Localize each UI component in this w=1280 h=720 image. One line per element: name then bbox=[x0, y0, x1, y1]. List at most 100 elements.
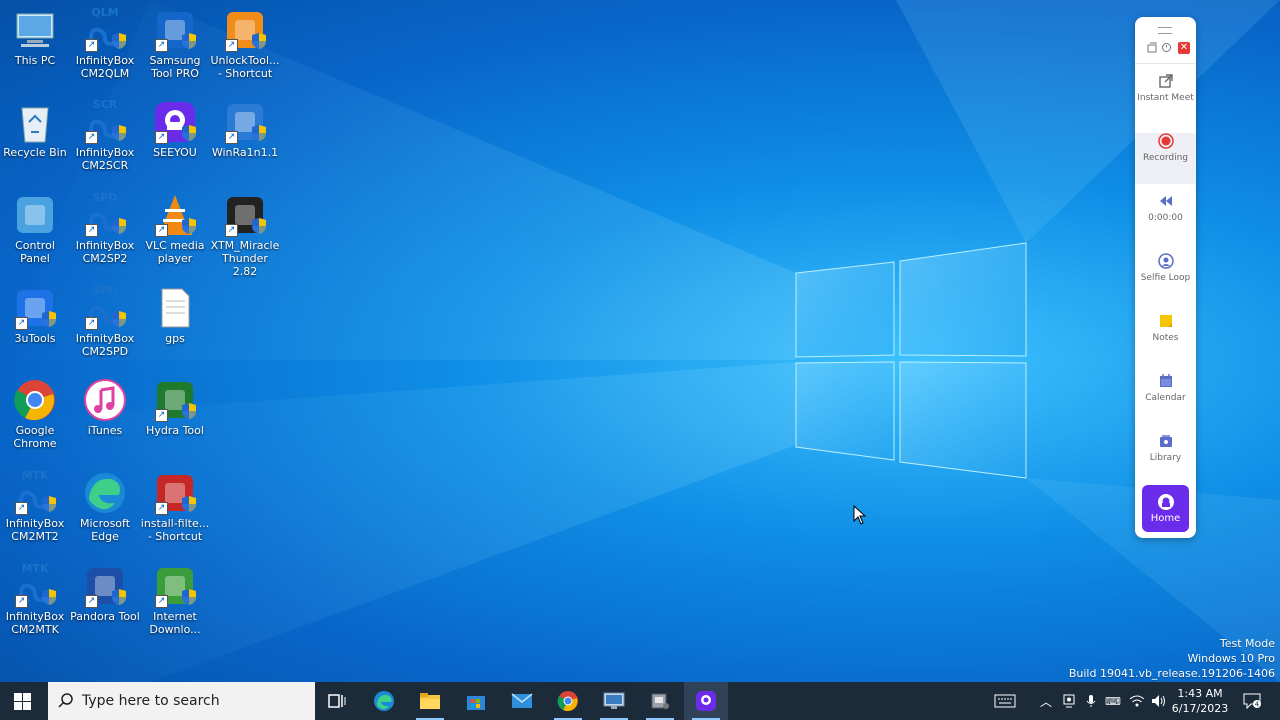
drag-handle-icon[interactable] bbox=[1158, 27, 1172, 34]
desktop-icon[interactable]: SPD ↗ InfinityBox CM2SPD bbox=[70, 284, 140, 358]
panel-item[interactable]: Instant Meet bbox=[1135, 73, 1196, 124]
desktop-icon[interactable]: ↗ VLC media player bbox=[140, 193, 210, 265]
desktop-icon[interactable]: This PC bbox=[0, 8, 70, 67]
taskbar-tool[interactable] bbox=[638, 682, 682, 720]
desktop-icon[interactable]: ↗ SEEYOU bbox=[140, 100, 210, 159]
panel-item[interactable]: Selfie Loop bbox=[1135, 253, 1196, 304]
desktop-icon-label: Control Panel bbox=[15, 239, 55, 265]
desktop-icon[interactable]: ↗ UnlockTool... - Shortcut bbox=[210, 8, 280, 80]
taskbar-mail[interactable] bbox=[500, 682, 544, 720]
network-icon[interactable] bbox=[1127, 682, 1147, 720]
uac-shield-icon bbox=[181, 217, 197, 235]
desktop-icon-label: Internet Downlo... bbox=[149, 610, 201, 636]
desktop-icon[interactable]: ↗ Internet Downlo... bbox=[140, 564, 210, 636]
taskbar-file-explorer[interactable] bbox=[408, 682, 452, 720]
desktop-icon-label: InfinityBox CM2SP2 bbox=[75, 239, 135, 265]
shortcut-arrow-icon: ↗ bbox=[85, 39, 98, 52]
desktop-icon[interactable]: SPD ↗ InfinityBox CM2SP2 bbox=[70, 191, 140, 265]
desktop-icon-label: InfinityBox CM2MT2 bbox=[5, 517, 65, 543]
desktop-icon[interactable]: SCR ↗ InfinityBox CM2SCR bbox=[70, 98, 140, 172]
desktop-icon[interactable]: ↗ Pandora Tool bbox=[70, 564, 140, 623]
infinitybox-icon: SPD ↗ bbox=[83, 191, 127, 237]
task-view-button[interactable] bbox=[315, 682, 359, 720]
seeyou-icon: ↗ bbox=[153, 100, 197, 144]
test-mode-watermark: Test Mode Windows 10 Pro Build 19041.vb_… bbox=[1069, 636, 1275, 681]
shortcut-arrow-icon: ↗ bbox=[155, 224, 168, 237]
desktop-icon[interactable]: Control Panel bbox=[0, 193, 70, 265]
search-icon bbox=[58, 693, 73, 708]
home-button[interactable]: Home bbox=[1142, 485, 1189, 532]
taskbar-edge[interactable] bbox=[362, 682, 406, 720]
uac-shield-icon bbox=[111, 32, 127, 50]
shortcut-arrow-icon: ↗ bbox=[155, 595, 168, 608]
uac-shield-icon bbox=[251, 32, 267, 50]
hydra-tool-icon: ↗ bbox=[153, 378, 197, 422]
action-center-button[interactable]: 4 bbox=[1238, 682, 1266, 720]
taskbar-seeyou[interactable] bbox=[684, 682, 728, 720]
panel-item-label: 0:00:00 bbox=[1148, 213, 1183, 223]
desktop-icon[interactable]: Microsoft Edge bbox=[70, 471, 140, 543]
panel-item[interactable]: Library bbox=[1135, 433, 1196, 484]
desktop-icon[interactable]: gps bbox=[140, 286, 210, 345]
webcam-tray-icon[interactable] bbox=[1060, 682, 1078, 720]
input-language-icon[interactable]: ⌨ bbox=[1104, 682, 1122, 720]
taskbar-clock[interactable]: 1:43 AM 6/17/2023 bbox=[1168, 686, 1232, 716]
uac-shield-icon bbox=[111, 310, 127, 328]
minimize-icon[interactable] bbox=[1146, 42, 1158, 54]
shortcut-arrow-icon: ↗ bbox=[85, 595, 98, 608]
desktop-icon[interactable]: MTK ↗ InfinityBox CM2MT2 bbox=[0, 469, 70, 543]
desktop-icon[interactable]: ↗ 3uTools bbox=[0, 286, 70, 345]
microphone-icon[interactable] bbox=[1082, 682, 1100, 720]
desktop-icon[interactable]: QLM ↗ InfinityBox CM2QLM bbox=[70, 6, 140, 80]
panel-item[interactable]: Recording bbox=[1135, 133, 1196, 184]
taskbar-remote-desktop[interactable] bbox=[592, 682, 636, 720]
desktop-icon[interactable]: ↗ install-filte... - Shortcut bbox=[140, 471, 210, 543]
itunes-icon bbox=[83, 378, 127, 422]
keyboard-tray-button[interactable] bbox=[990, 682, 1020, 720]
search-placeholder: Type here to search bbox=[82, 693, 220, 709]
file-explorer-icon bbox=[420, 693, 440, 709]
uac-shield-icon bbox=[181, 32, 197, 50]
taskbar-chrome[interactable] bbox=[546, 682, 590, 720]
desktop-icon[interactable]: Recycle Bin bbox=[0, 100, 70, 159]
desktop-icon[interactable]: ↗ XTM_Miracle Thunder 2.82 bbox=[210, 193, 280, 278]
volume-icon[interactable] bbox=[1149, 682, 1169, 720]
edge-icon bbox=[83, 471, 127, 515]
calendar-icon bbox=[1158, 373, 1174, 389]
show-hidden-icons-button[interactable]: ︿ bbox=[1036, 682, 1056, 720]
panel-item[interactable]: Notes bbox=[1135, 313, 1196, 364]
panel-item[interactable]: Calendar bbox=[1135, 373, 1196, 424]
icon-tag: SPD bbox=[92, 191, 118, 204]
history-icon[interactable] bbox=[1160, 42, 1172, 54]
desktop-icon-label: install-filte... - Shortcut bbox=[140, 517, 210, 543]
desktop-icon[interactable]: ↗ Hydra Tool bbox=[140, 378, 210, 437]
shortcut-arrow-icon: ↗ bbox=[155, 39, 168, 52]
panel-item-label: Library bbox=[1149, 453, 1182, 463]
desktop-icon-label: Hydra Tool bbox=[146, 424, 204, 437]
selfie-loop-icon bbox=[1157, 253, 1174, 269]
panel-item[interactable]: 0:00:00 bbox=[1135, 193, 1196, 244]
desktop-icon-label: iTunes bbox=[87, 424, 123, 437]
start-button[interactable] bbox=[0, 682, 44, 720]
shortcut-arrow-icon: ↗ bbox=[225, 224, 238, 237]
seeyou-icon bbox=[696, 691, 716, 711]
desktop-icon[interactable]: iTunes bbox=[70, 378, 140, 437]
taskbar-store[interactable] bbox=[454, 682, 498, 720]
search-box[interactable]: Type here to search bbox=[48, 682, 315, 720]
uac-shield-icon bbox=[251, 217, 267, 235]
desktop-icon[interactable]: ↗ Samsung Tool PRO bbox=[140, 8, 210, 80]
notifications-icon: 4 bbox=[1243, 693, 1261, 709]
desktop-icon-label: InfinityBox CM2MTK bbox=[5, 610, 65, 636]
uac-shield-icon bbox=[251, 124, 267, 142]
desktop-icon[interactable]: Google Chrome bbox=[0, 378, 70, 450]
desktop-icon[interactable]: ↗ WinRa1n1.1 bbox=[210, 100, 280, 159]
recycle-bin-icon bbox=[13, 100, 57, 144]
desktop-icon[interactable]: MTK ↗ InfinityBox CM2MTK bbox=[0, 562, 70, 636]
rewind-icon bbox=[1158, 193, 1174, 209]
icon-tag: MTK bbox=[21, 469, 49, 482]
notes-icon bbox=[1158, 313, 1174, 329]
close-icon[interactable]: ✕ bbox=[1178, 42, 1190, 54]
uac-shield-icon bbox=[41, 588, 57, 606]
uac-shield-icon bbox=[181, 124, 197, 142]
desktop-icon-label: VLC media player bbox=[145, 239, 205, 265]
